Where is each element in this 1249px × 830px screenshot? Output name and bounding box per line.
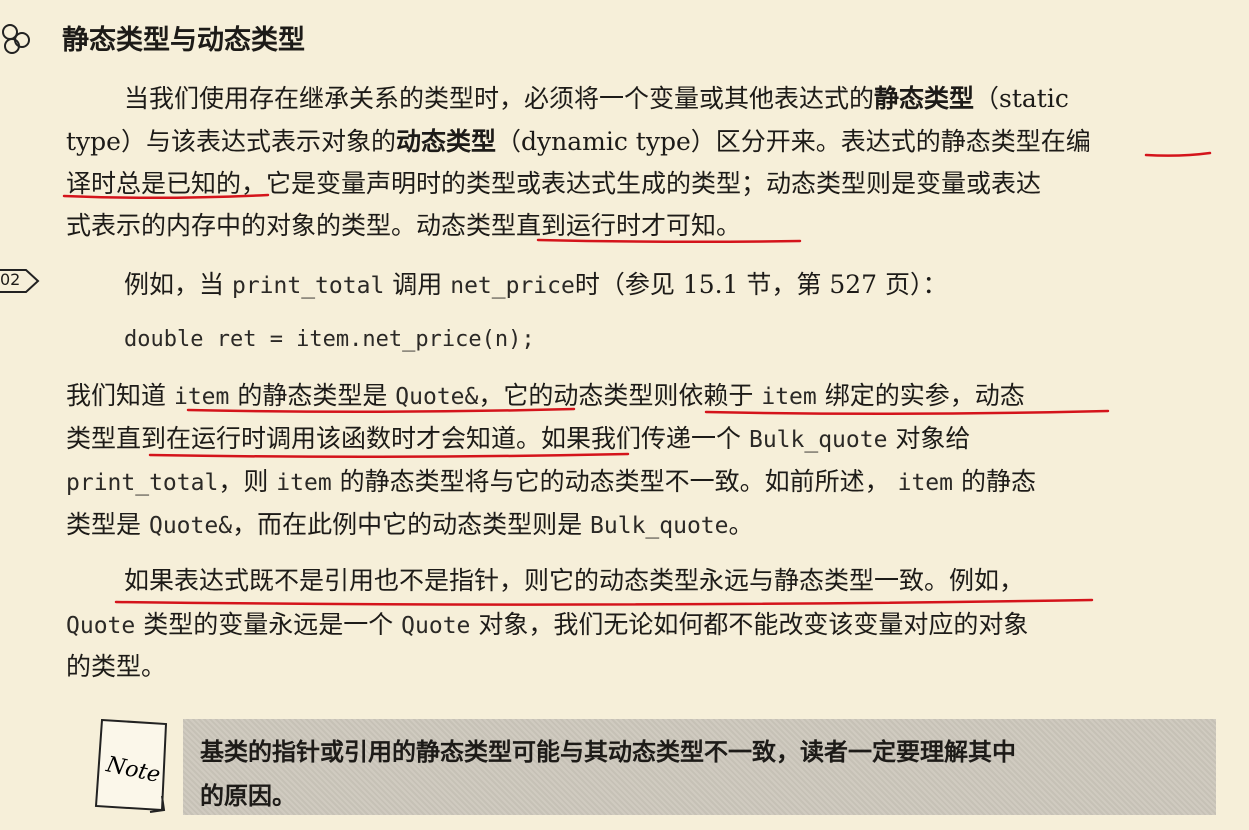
handwritten-underlines: [62, 151, 1212, 606]
para1-line2: type）与该表达式表示对象的动态类型（dynamic type）区分开来。表达…: [66, 127, 1091, 156]
example-line: 例如，当 print_total 调用 net_price时（参见 15.1 节…: [124, 270, 948, 299]
para1-line1: 当我们使用存在继承关系的类型时，必须将一个变量或其他表达式的静态类型（stati…: [124, 84, 1069, 113]
underline-7: [114, 598, 1094, 606]
note-line2: 的原因。: [200, 781, 296, 810]
para2-line1: 我们知道 item 的静态类型是 Quote&，它的动态类型则依赖于 item …: [66, 381, 1025, 410]
code-line: double ret = item.net_price(n);: [124, 327, 535, 352]
note-icon: Note: [94, 718, 168, 813]
para1-line4: 式表示的内存中的对象的类型。动态类型直到运行时才可知。: [66, 211, 742, 240]
para2-line4: 类型是 Quote&，而在此例中它的动态类型则是 Bulk_quote。: [66, 510, 754, 539]
section-marker-icon: [2, 24, 30, 54]
underline-1: [1144, 151, 1212, 157]
note-line1: 基类的指针或引用的静态类型可能与其动态类型不一致，读者一定要理解其中: [200, 737, 1016, 766]
para2-line3: print_total，则 item 的静态类型将与它的动态类型不一致。如前所述…: [66, 467, 1036, 496]
para3-line2: Quote 类型的变量永远是一个 Quote 对象，我们无论如何都不能改变该变量…: [66, 610, 1029, 639]
page-marker-number: 02: [0, 270, 21, 289]
para2-line2: 类型直到在运行时调用该函数时才会知道。如果我们传递一个 Bulk_quote 对…: [66, 424, 971, 453]
para3-line3: 的类型。: [66, 652, 167, 681]
section-heading: 静态类型与动态类型: [62, 25, 305, 56]
para1-line3: 译时总是已知的，它是变量声明时的类型或表达式生成的类型；动态类型则是变量或表达: [66, 169, 1042, 198]
para3-line1: 如果表达式既不是引用也不是指针，则它的动态类型永远与静态类型一致。例如，: [124, 566, 1025, 595]
